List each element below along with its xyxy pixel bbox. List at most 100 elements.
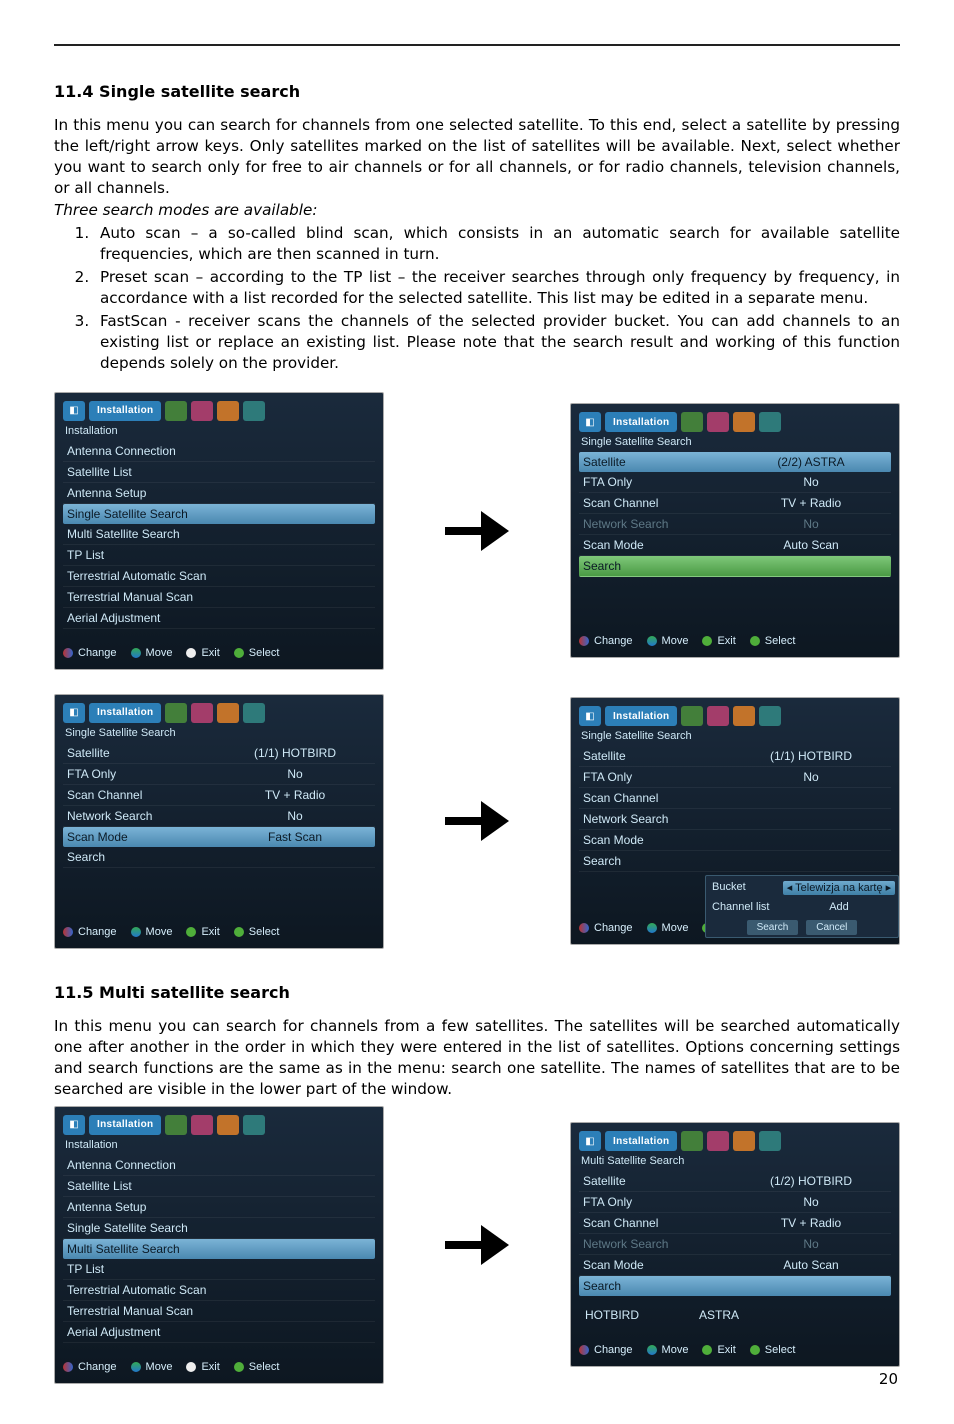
tab-icon: ◧: [579, 706, 601, 726]
figure-grid-2: ◧ Installation Installation Antenna Conne…: [54, 1106, 900, 1384]
tab-icon: [165, 703, 187, 723]
tab-installation: Installation: [89, 401, 161, 421]
hint-move: Move: [662, 1344, 689, 1356]
popup-cancel-button[interactable]: Cancel: [806, 920, 857, 935]
menu-item[interactable]: Antenna Setup: [63, 1197, 375, 1218]
menu-item[interactable]: Single Satellite Search: [63, 504, 375, 524]
popup-search-button[interactable]: Search: [747, 920, 799, 935]
tab-icon: ◧: [63, 1115, 85, 1135]
modes-list: Auto scan – a so-called blind scan, whic…: [94, 223, 900, 374]
hint-move: Move: [662, 922, 689, 934]
hint-select: Select: [249, 1361, 280, 1373]
menu-item[interactable]: Aerial Adjustment: [63, 1322, 375, 1343]
panel-title: Single Satellite Search: [581, 436, 891, 448]
hint-move: Move: [146, 647, 173, 659]
hint-change: Change: [594, 1344, 633, 1356]
menu-item[interactable]: Multi Satellite Search: [63, 1239, 375, 1259]
tab-icon: [733, 412, 755, 432]
tabbar: ◧ Installation: [63, 401, 375, 421]
menu-item[interactable]: Single Satellite Search: [63, 1218, 375, 1239]
setting-row[interactable]: Scan ModeAuto Scan: [579, 1255, 891, 1276]
panel-title: Multi Satellite Search: [581, 1155, 891, 1167]
tab-icon: [217, 703, 239, 723]
setting-row[interactable]: Scan ChannelTV + Radio: [579, 493, 891, 514]
hint-change: Change: [594, 635, 633, 647]
hint-move: Move: [146, 1361, 173, 1373]
footer-hints: Change Move Exit Select: [579, 635, 891, 647]
setting-row[interactable]: Network SearchNo: [579, 1234, 891, 1255]
tab-icon: [759, 706, 781, 726]
menu-item[interactable]: TP List: [63, 545, 375, 566]
setting-row[interactable]: FTA OnlyNo: [579, 767, 891, 788]
hint-move: Move: [146, 926, 173, 938]
footer-hints: Change Move Exit Select: [63, 926, 375, 938]
menu-item[interactable]: Multi Satellite Search: [63, 524, 375, 545]
tab-installation: Installation: [605, 1131, 677, 1151]
tab-icon: [243, 1115, 265, 1135]
setting-row[interactable]: Satellite(1/2) HOTBIRD: [579, 1171, 891, 1192]
setting-row[interactable]: Scan ModeFast Scan: [63, 827, 375, 847]
section-114-body: In this menu you can search for channels…: [54, 115, 900, 199]
hint-exit: Exit: [717, 1344, 735, 1356]
menu-item[interactable]: Satellite List: [63, 1176, 375, 1197]
setting-row[interactable]: Search: [579, 851, 891, 872]
menu-item[interactable]: Terrestrial Manual Scan: [63, 1301, 375, 1322]
setting-row[interactable]: Satellite(1/1) HOTBIRD: [63, 743, 375, 764]
setting-row[interactable]: Network SearchNo: [579, 514, 891, 535]
hint-change: Change: [78, 647, 117, 659]
menu-item[interactable]: Antenna Connection: [63, 441, 375, 462]
menu-item[interactable]: Aerial Adjustment: [63, 608, 375, 629]
hint-change: Change: [594, 922, 633, 934]
tab-icon: [759, 1131, 781, 1151]
setting-row[interactable]: FTA OnlyNo: [579, 1192, 891, 1213]
tab-icon: [681, 1131, 703, 1151]
setting-row[interactable]: Scan ChannelTV + Radio: [579, 1213, 891, 1234]
tab-icon: [165, 1115, 187, 1135]
menu-item[interactable]: Terrestrial Automatic Scan: [63, 1280, 375, 1301]
hint-select: Select: [249, 926, 280, 938]
tab-icon: [707, 412, 729, 432]
tab-installation: Installation: [605, 706, 677, 726]
setting-row[interactable]: Satellite(1/1) HOTBIRD: [579, 746, 891, 767]
top-rule: [54, 44, 900, 46]
screenshot-multi-satellite-search: ◧ Installation Multi Satellite SearchSat…: [570, 1122, 900, 1367]
setting-row[interactable]: Scan ChannelTV + Radio: [63, 785, 375, 806]
menu-item[interactable]: Antenna Setup: [63, 483, 375, 504]
hint-select: Select: [765, 635, 796, 647]
setting-row[interactable]: Scan Mode: [579, 830, 891, 851]
menu-item[interactable]: Terrestrial Manual Scan: [63, 587, 375, 608]
tab-icon: [707, 706, 729, 726]
tab-icon: [243, 401, 265, 421]
setting-row[interactable]: Search: [579, 556, 891, 577]
setting-row[interactable]: FTA OnlyNo: [579, 472, 891, 493]
menu-item[interactable]: Terrestrial Automatic Scan: [63, 566, 375, 587]
menu-item[interactable]: Satellite List: [63, 462, 375, 483]
setting-row[interactable]: Scan ModeAuto Scan: [579, 535, 891, 556]
tabbar: ◧ Installation: [63, 703, 375, 723]
mode-2: Preset scan – according to the TP list –…: [94, 267, 900, 309]
tab-icon: [165, 401, 187, 421]
tab-icon: ◧: [579, 412, 601, 432]
hint-select: Select: [249, 647, 280, 659]
screenshot-installation-single-sat: ◧ Installation Installation Antenna Conne…: [54, 392, 384, 670]
setting-row[interactable]: Scan Channel: [579, 788, 891, 809]
tab-icon: [681, 412, 703, 432]
tab-icon: ◧: [63, 401, 85, 421]
setting-row[interactable]: Search: [63, 847, 375, 868]
setting-row[interactable]: Network SearchNo: [63, 806, 375, 827]
panel-title: Installation: [65, 1139, 375, 1151]
tab-icon: ◧: [63, 703, 85, 723]
section-114-heading: 11.4 Single satellite search: [54, 82, 900, 101]
menu-item[interactable]: Antenna Connection: [63, 1155, 375, 1176]
panel-title: Single Satellite Search: [65, 727, 375, 739]
tab-installation: Installation: [89, 1115, 161, 1135]
tab-icon: [759, 412, 781, 432]
setting-row[interactable]: Search: [579, 1276, 891, 1296]
hint-change: Change: [78, 1361, 117, 1373]
setting-row[interactable]: FTA OnlyNo: [63, 764, 375, 785]
menu-item[interactable]: TP List: [63, 1259, 375, 1280]
setting-row[interactable]: Satellite(2/2) ASTRA: [579, 452, 891, 472]
setting-row[interactable]: Network Search: [579, 809, 891, 830]
tabbar: ◧ Installation: [63, 1115, 375, 1135]
footer-hints: Change Move Exit Select: [63, 1361, 375, 1373]
